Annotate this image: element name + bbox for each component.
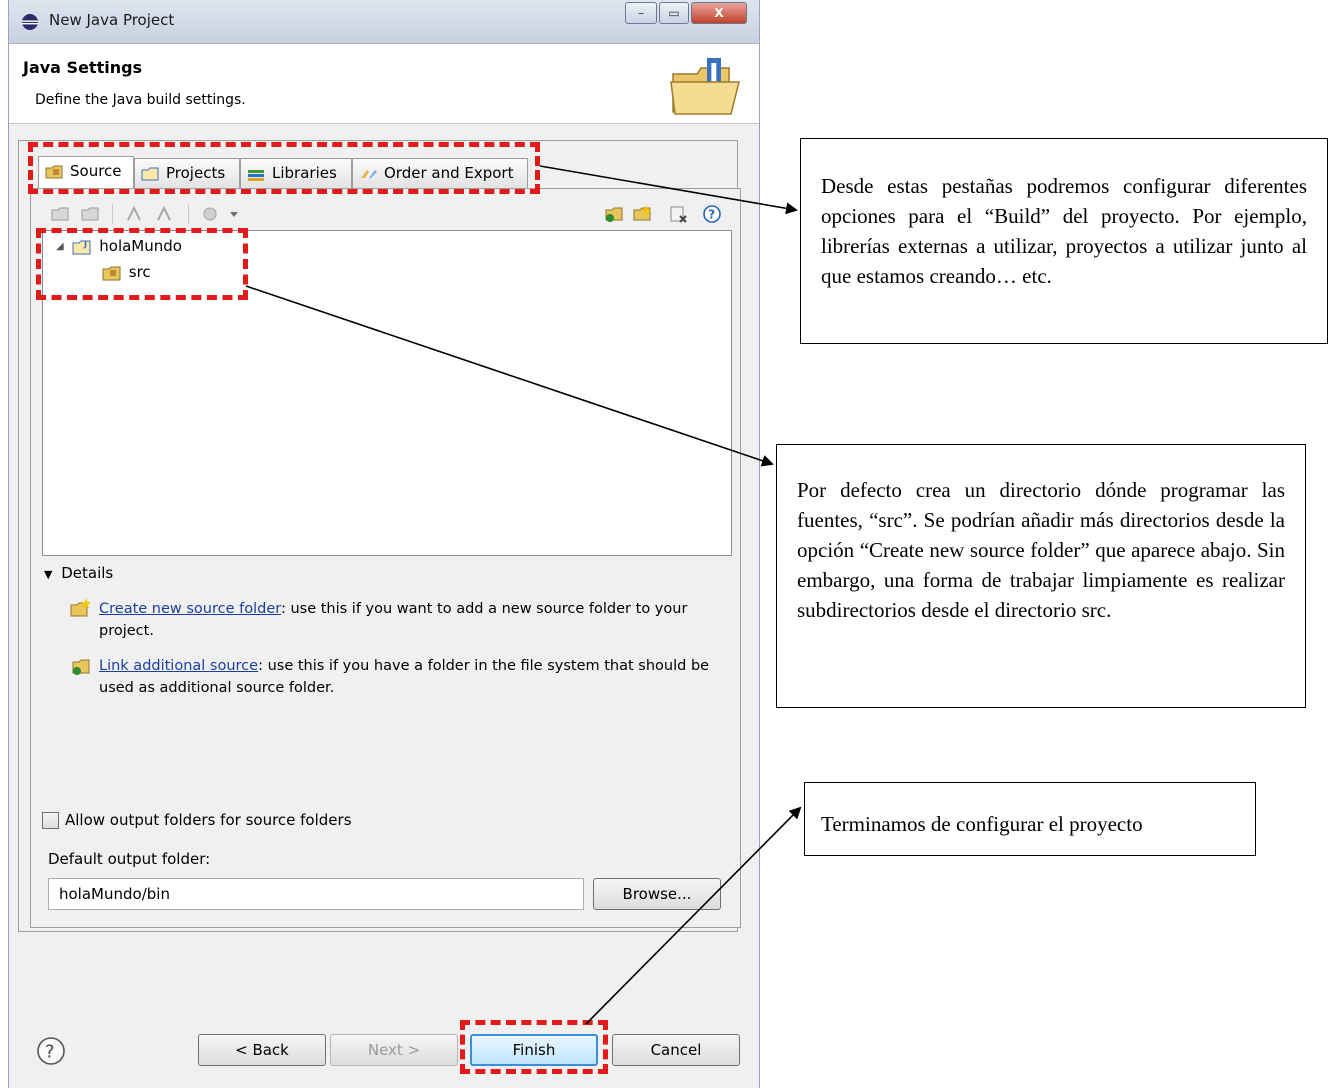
src-note-text: Por defecto crea un directorio dónde pro… — [797, 478, 1285, 622]
page-title: Java Settings — [23, 58, 143, 77]
java-folder-icon: J — [670, 58, 740, 115]
allow-output-checkbox[interactable] — [42, 812, 59, 829]
eclipse-icon — [22, 14, 38, 30]
remove-icon[interactable] — [668, 204, 688, 224]
include-icon[interactable] — [124, 204, 144, 224]
toolbar-separator — [112, 204, 113, 224]
minimize-button[interactable]: – — [625, 2, 657, 24]
details-label: Details — [61, 564, 114, 582]
maximize-button[interactable]: ▭ — [659, 2, 689, 24]
tabs-highlight-box — [28, 142, 540, 194]
tree-highlight-box — [36, 228, 248, 300]
browse-button[interactable]: Browse... — [593, 878, 721, 910]
finish-highlight-box — [460, 1020, 608, 1074]
new-source-folder-icon[interactable] — [632, 204, 652, 224]
create-source-description: Create new source folder: use this if yo… — [99, 598, 719, 642]
wizard-header: Java Settings Define the Java build sett… — [9, 44, 759, 124]
link-source-description: Link additional source: use this if you … — [99, 655, 719, 699]
window-title: New Java Project — [49, 11, 175, 29]
next-button[interactable]: Next > — [330, 1034, 458, 1066]
default-output-field[interactable]: holaMundo/bin — [48, 878, 584, 910]
collapse-arrow-icon: ▼ — [44, 568, 53, 581]
close-button[interactable]: X — [691, 2, 747, 24]
back-button[interactable]: < Back — [198, 1034, 326, 1066]
link-additional-source-link[interactable]: Link additional source — [99, 658, 258, 674]
create-source-folder-link[interactable]: Create new source folder — [99, 601, 281, 617]
allow-output-label[interactable]: Allow output folders for source folders — [65, 811, 352, 829]
finish-note: Terminamos de configurar el proyecto — [804, 782, 1256, 856]
default-output-label: Default output folder: — [48, 850, 211, 868]
title-bar[interactable]: New Java Project – ▭ X — [9, 0, 759, 44]
details-toggle[interactable]: ▼ Details — [44, 564, 113, 582]
svg-text:?: ? — [708, 208, 715, 222]
src-note: Por defecto crea un directorio dónde pro… — [776, 444, 1306, 708]
link-source-icon — [72, 659, 90, 675]
svg-text:?: ? — [45, 1042, 55, 1063]
tabs-note: Desde estas pestañas podremos configurar… — [800, 138, 1328, 344]
link-source-icon[interactable] — [604, 204, 624, 224]
configure-dropdown-icon[interactable] — [200, 204, 240, 224]
add-folder-icon[interactable] — [50, 204, 70, 224]
finish-note-text: Terminamos de configurar el proyecto — [821, 812, 1143, 836]
help-icon[interactable]: ? — [702, 204, 722, 224]
exclude-icon[interactable] — [154, 204, 174, 224]
cancel-button[interactable]: Cancel — [612, 1034, 740, 1066]
tabs-note-text: Desde estas pestañas podremos configurar… — [821, 174, 1307, 288]
toolbar-separator — [188, 204, 189, 224]
link-folder-icon[interactable] — [80, 204, 100, 224]
help-icon[interactable]: ? — [36, 1036, 66, 1066]
new-source-folder-icon — [70, 598, 91, 617]
page-description: Define the Java build settings. — [35, 92, 246, 108]
